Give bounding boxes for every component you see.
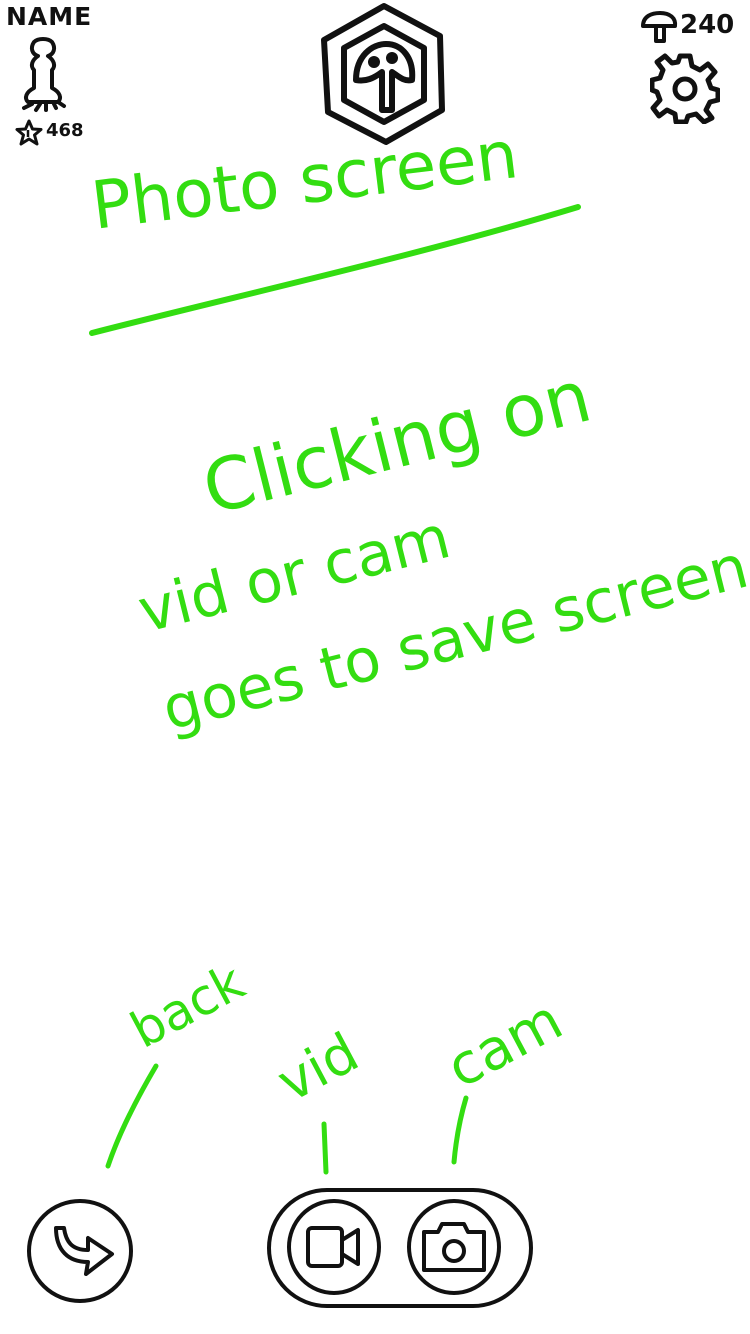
mushroom-icon xyxy=(641,11,678,43)
mushroom-count: 240 xyxy=(680,10,735,40)
star-count: 468 xyxy=(46,120,84,141)
back-arrow-icon xyxy=(54,1226,114,1276)
back-button[interactable] xyxy=(26,1198,134,1304)
video-camera-icon xyxy=(306,1226,360,1268)
photo-camera-icon xyxy=(422,1222,486,1272)
video-button[interactable] xyxy=(286,1198,382,1296)
annotation-pointer-lines xyxy=(105,1063,469,1175)
star-icon xyxy=(15,119,43,146)
gear-icon[interactable] xyxy=(650,52,720,124)
camera-button[interactable] xyxy=(406,1198,502,1296)
annotation-line-1: Clicking on xyxy=(194,353,599,531)
pawn-avatar-icon[interactable] xyxy=(12,36,74,116)
profile-name: NAME xyxy=(6,2,93,31)
title-underline xyxy=(89,204,581,336)
